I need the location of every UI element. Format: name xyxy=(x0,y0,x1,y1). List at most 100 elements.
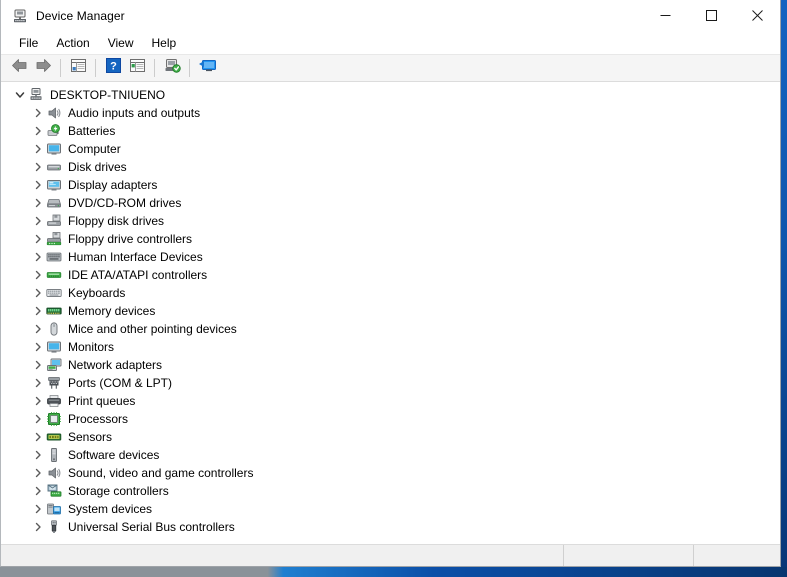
chevron-right-icon[interactable] xyxy=(30,357,46,373)
tree-item-sensors[interactable]: Sensors xyxy=(2,428,780,446)
tree-item-system-devices[interactable]: System devices xyxy=(2,500,780,518)
tree-item-label: Software devices xyxy=(68,447,159,463)
tree-item-label: Network adapters xyxy=(68,357,162,373)
arrow-left-icon xyxy=(11,58,28,78)
chevron-right-icon[interactable] xyxy=(30,213,46,229)
tree-item-label: Memory devices xyxy=(68,303,155,319)
tree-item-sound-video-and-game-controllers[interactable]: Sound, video and game controllers xyxy=(2,464,780,482)
forward-button[interactable] xyxy=(31,57,55,80)
chevron-right-icon[interactable] xyxy=(30,465,46,481)
properties-button[interactable] xyxy=(125,57,149,80)
computer-root-icon xyxy=(28,87,44,103)
chevron-right-icon[interactable] xyxy=(30,123,46,139)
tree-item-label: Print queues xyxy=(68,393,135,409)
tree-item-software-devices[interactable]: Software devices xyxy=(2,446,780,464)
storage-controller-icon xyxy=(46,483,62,499)
menu-help[interactable]: Help xyxy=(143,34,186,53)
tree-item-floppy-disk-drives[interactable]: Floppy disk drives xyxy=(2,212,780,230)
optical-drive-icon xyxy=(46,195,62,211)
tree-item-storage-controllers[interactable]: Storage controllers xyxy=(2,482,780,500)
tree-item-floppy-drive-controllers[interactable]: Floppy drive controllers xyxy=(2,230,780,248)
chevron-right-icon[interactable] xyxy=(30,249,46,265)
tree-item-audio-inputs-and-outputs[interactable]: Audio inputs and outputs xyxy=(2,104,780,122)
chevron-right-icon[interactable] xyxy=(30,501,46,517)
tree-item-memory-devices[interactable]: Memory devices xyxy=(2,302,780,320)
caption-button-group xyxy=(642,0,780,31)
chevron-right-icon[interactable] xyxy=(30,267,46,283)
chevron-right-icon[interactable] xyxy=(30,321,46,337)
tree-item-print-queues[interactable]: Print queues xyxy=(2,392,780,410)
minimize-button[interactable] xyxy=(642,0,688,31)
scan-monitor-icon xyxy=(198,58,217,78)
help-question-icon: ? xyxy=(106,58,121,78)
scan-hardware-changes-button[interactable] xyxy=(195,57,219,80)
tree-item-label: DVD/CD-ROM drives xyxy=(68,195,181,211)
sensor-icon xyxy=(46,429,62,445)
tree-item-label: Keyboards xyxy=(68,285,125,301)
chevron-right-icon[interactable] xyxy=(30,105,46,121)
help-button[interactable]: ? xyxy=(101,57,125,80)
menu-view[interactable]: View xyxy=(99,34,143,53)
tree-item-display-adapters[interactable]: Display adapters xyxy=(2,176,780,194)
chevron-right-icon[interactable] xyxy=(30,483,46,499)
status-message xyxy=(1,545,564,566)
tree-item-processors[interactable]: Processors xyxy=(2,410,780,428)
tree-item-label: Storage controllers xyxy=(68,483,169,499)
chevron-right-icon[interactable] xyxy=(30,159,46,175)
chevron-right-icon[interactable] xyxy=(30,375,46,391)
menu-action[interactable]: Action xyxy=(47,34,98,53)
status-tertiary xyxy=(694,545,780,566)
tree-item-ide-ata-atapi-controllers[interactable]: IDE ATA/ATAPI controllers xyxy=(2,266,780,284)
menu-file[interactable]: File xyxy=(10,34,47,53)
tree-item-mice-and-other-pointing-devices[interactable]: Mice and other pointing devices xyxy=(2,320,780,338)
chevron-right-icon[interactable] xyxy=(30,177,46,193)
ide-controller-icon xyxy=(46,267,62,283)
properties-icon xyxy=(129,58,146,78)
tree-item-label: Computer xyxy=(68,141,121,157)
chevron-down-icon[interactable] xyxy=(12,87,28,103)
tree-root-item[interactable]: DESKTOP-TNIUENO xyxy=(2,86,780,104)
chevron-right-icon[interactable] xyxy=(30,429,46,445)
tree-item-disk-drives[interactable]: Disk drives xyxy=(2,158,780,176)
tree-item-network-adapters[interactable]: Network adapters xyxy=(2,356,780,374)
tree-item-label: Human Interface Devices xyxy=(68,249,203,265)
speaker-icon xyxy=(46,105,62,121)
chevron-right-icon[interactable] xyxy=(30,303,46,319)
chevron-right-icon[interactable] xyxy=(30,141,46,157)
chevron-right-icon[interactable] xyxy=(30,195,46,211)
tree-item-keyboards[interactable]: Keyboards xyxy=(2,284,780,302)
printer-icon xyxy=(46,393,62,409)
back-button[interactable] xyxy=(7,57,31,80)
device-tree-panel[interactable]: DESKTOP-TNIUENO Audio inputs and outputs xyxy=(1,82,780,544)
tree-item-label: Sensors xyxy=(68,429,112,445)
toolbar: ? xyxy=(1,55,780,82)
status-bar xyxy=(1,544,780,566)
keyboard-icon xyxy=(46,285,62,301)
show-hide-console-tree-button[interactable] xyxy=(66,57,90,80)
chevron-right-icon[interactable] xyxy=(30,339,46,355)
tree-item-batteries[interactable]: Batteries xyxy=(2,122,780,140)
maximize-button[interactable] xyxy=(688,0,734,31)
tree-item-human-interface-devices[interactable]: Human Interface Devices xyxy=(2,248,780,266)
tree-item-computer[interactable]: Computer xyxy=(2,140,780,158)
chevron-right-icon[interactable] xyxy=(30,519,46,535)
menu-bar: File Action View Help xyxy=(1,32,780,55)
chevron-right-icon[interactable] xyxy=(30,393,46,409)
tree-item-dvd-cd-rom-drives[interactable]: DVD/CD-ROM drives xyxy=(2,194,780,212)
toolbar-separator xyxy=(189,59,190,77)
processor-icon xyxy=(46,411,62,427)
chevron-right-icon[interactable] xyxy=(30,231,46,247)
close-button[interactable] xyxy=(734,0,780,31)
chevron-right-icon[interactable] xyxy=(30,447,46,463)
usb-icon xyxy=(46,519,62,535)
tree-item-universal-serial-bus-controllers[interactable]: Universal Serial Bus controllers xyxy=(2,518,780,536)
console-tree-icon xyxy=(70,58,87,78)
update-driver-button[interactable] xyxy=(160,57,184,80)
battery-icon xyxy=(46,123,62,139)
tree-item-ports-com-and-lpt[interactable]: Ports (COM & LPT) xyxy=(2,374,780,392)
tree-item-monitors[interactable]: Monitors xyxy=(2,338,780,356)
window-title: Device Manager xyxy=(36,9,125,23)
device-manager-icon xyxy=(12,8,28,24)
chevron-right-icon[interactable] xyxy=(30,285,46,301)
chevron-right-icon[interactable] xyxy=(30,411,46,427)
